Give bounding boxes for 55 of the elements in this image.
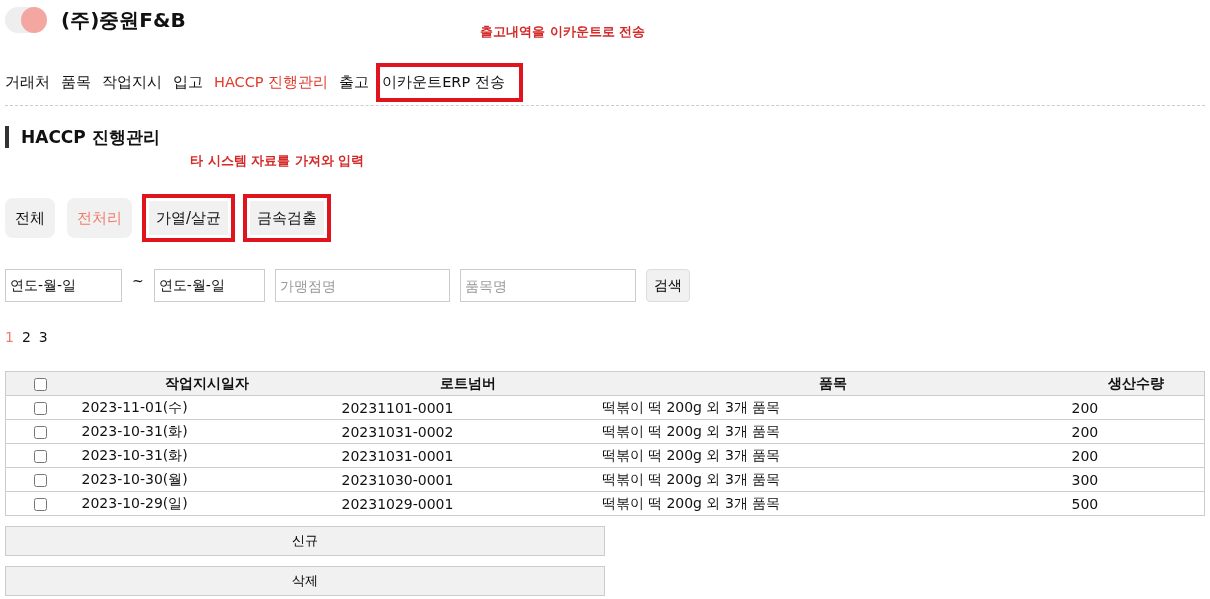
row-checkbox[interactable] (34, 402, 48, 415)
select-all-checkbox[interactable] (34, 378, 48, 391)
nav-link[interactable]: 이카운트ERP 전송 (376, 63, 523, 102)
table-cell-text: 2023-10-31(화) (80, 446, 188, 463)
table-cell: 떡볶이 떡 200g 외 3개 품목 (601, 494, 781, 511)
toggle-switch[interactable] (5, 7, 47, 33)
table-cell: 떡볶이 떡 200g 외 3개 품목 (601, 422, 781, 439)
table-cell: 떡볶이 떡 200g 외 3개 품목 (601, 470, 781, 487)
table-cell: 떡볶이 떡 200g 외 3개 품목 (601, 446, 781, 463)
column-header: 작업지시일자 (164, 374, 249, 391)
table-cell: 500 (1071, 495, 1099, 512)
nav-link[interactable]: HACCP 진행관리 (214, 73, 329, 92)
company-title: (주)중원F&B (61, 6, 186, 34)
annotation-note: 타 시스템 자료를 가져와 입력 (190, 152, 365, 170)
table-cell: 20231029-0001 (341, 495, 454, 512)
table-cell: 20231031-0001 (341, 447, 454, 464)
table-cell: 300 (1071, 471, 1099, 488)
row-checkbox[interactable] (34, 474, 48, 487)
table-cell: 200 (1071, 399, 1099, 416)
table-cell: 20231101-0001 (341, 399, 454, 416)
table-cell-text: 2023-10-30(월) (80, 470, 188, 487)
date-field[interactable]: 연도-월-일 (153, 269, 265, 302)
row-checkbox[interactable] (34, 498, 48, 511)
table-cell: 떡볶이 떡 200g 외 3개 품목 (601, 398, 781, 415)
column-header: 로트넘버 (439, 374, 496, 391)
column-header: 품목 (818, 374, 847, 391)
table-cell: 20231030-0001 (341, 471, 454, 488)
filter-tab[interactable]: 가열/살균 (142, 194, 236, 242)
nav-link[interactable]: 품목 (61, 73, 91, 92)
row-checkbox[interactable] (34, 450, 48, 463)
table-cell: 20231031-0002 (341, 423, 454, 440)
action-button[interactable]: 신규 (5, 526, 605, 556)
store-field[interactable]: 가맹점명 (274, 269, 450, 302)
table-cell: 200 (1071, 423, 1099, 440)
table-cell-text: 2023-10-29(일) (80, 494, 188, 511)
page-link[interactable]: 2 (21, 329, 31, 345)
nav-link[interactable]: 출고 (339, 73, 370, 92)
date-field[interactable]: 연도-월-일 (5, 269, 122, 302)
table-cell-text: 2023-10-31(화) (80, 422, 188, 439)
section-title: HACCP 진행관리 (5, 126, 160, 148)
page-link[interactable]: 3 (38, 329, 48, 345)
filter-tab[interactable]: 전체 (5, 198, 55, 238)
nav-link[interactable]: 거래처 (5, 73, 50, 92)
action-button[interactable]: 삭제 (5, 566, 605, 596)
range-separator: ~ (132, 272, 144, 291)
nav-link[interactable]: 입고 (173, 73, 203, 92)
row-checkbox[interactable] (34, 426, 48, 439)
column-header: 생산수량 (1107, 374, 1164, 391)
search-button[interactable]: 검색 (645, 269, 690, 302)
annotation-note: 출고내역을 이카운트로 전송 (480, 23, 646, 41)
nav-link[interactable]: 작업지시 (102, 73, 162, 92)
item-field[interactable]: 품목명 (459, 269, 636, 302)
filter-tab[interactable]: 금속검출 (243, 194, 332, 242)
table-cell: 200 (1071, 447, 1099, 464)
table-cell-text: 2023-11-01(수) (80, 398, 188, 415)
